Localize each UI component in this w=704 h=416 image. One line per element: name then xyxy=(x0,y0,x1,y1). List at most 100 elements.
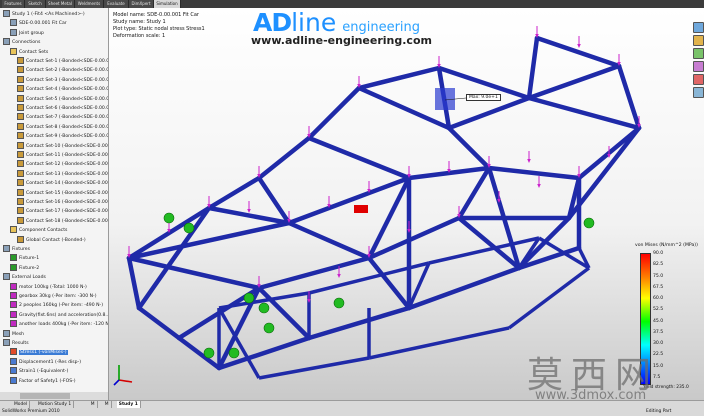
tree-item-label: Contact Set-15 (-Bonded<SDE-0.00.0... xyxy=(26,190,109,196)
zoom-icon[interactable] xyxy=(693,22,704,33)
tree-item-label: Contact Set-3 (-Bonded<SDE-0.00.00... xyxy=(26,77,109,83)
fixture-icon xyxy=(203,347,215,359)
frame-tube xyxy=(456,165,492,221)
tree-item[interactable]: Contact Set-2 (-Bonded<SDE-0.00.00... xyxy=(17,66,108,74)
frame-tube xyxy=(486,165,582,181)
ribbon-tab-features[interactable]: Features xyxy=(2,0,25,8)
tree-item[interactable]: External Loads xyxy=(3,273,46,281)
tree-item-label: Gravity(fixt.6ns) and acceleration(0.8..… xyxy=(19,312,109,318)
tree-item[interactable]: Global Contact (-Bonded-) xyxy=(17,235,86,244)
tree-item[interactable]: motor 100kg (-Total: 1000 N-) xyxy=(10,282,87,291)
tree-item[interactable]: Gravity(fixt.6ns) and acceleration(0.8..… xyxy=(10,310,109,319)
load-arrow-head-icon xyxy=(527,159,531,163)
tree-item-label: SDE-0.00.001 Fit Car xyxy=(19,21,67,27)
tree-item[interactable]: Contact Set-16 (-Bonded<SDE-0.00.0... xyxy=(17,198,109,206)
fixture-icon xyxy=(243,292,255,304)
rotate-icon[interactable] xyxy=(693,35,704,46)
tree-item[interactable]: Fixture-1 xyxy=(10,254,39,262)
tree-item[interactable]: Factor of Safety1 (-FOS-) xyxy=(10,376,76,385)
tree-item[interactable]: Fixture-2 xyxy=(10,263,39,272)
fixture-icon xyxy=(583,217,595,229)
connections-icon xyxy=(3,38,10,46)
tree-item-label: motor 100kg (-Total: 1000 N-) xyxy=(19,284,87,290)
frame-tube xyxy=(136,305,182,341)
tree-item[interactable]: Contact Set-3 (-Bonded<SDE-0.00.00... xyxy=(17,75,109,84)
tree-item-label: Contact Set-17 (-Bonded<SDE-0.00.0... xyxy=(26,209,109,215)
loads-icon xyxy=(3,273,10,281)
tree-item[interactable]: Contact Set-12 (-Bonded<SDE-0.00.0... xyxy=(17,160,108,168)
floor-tube xyxy=(507,266,591,330)
tree-item[interactable]: Connections xyxy=(3,38,40,46)
tree-item[interactable]: Joint group xyxy=(10,28,44,37)
bottom-tab[interactable]: Model xyxy=(12,401,31,408)
tree-item[interactable]: Contact Set-15 (-Bonded<SDE-0.00.0... xyxy=(17,188,109,197)
tree-item[interactable]: Contact Set-7 (-Bonded<SDE-0.00.00... xyxy=(17,113,108,121)
tree-item[interactable]: Strain1 (-Equivalent-) xyxy=(10,367,68,375)
tree-item[interactable]: Contact Set-6 (-Bonded<SDE-0.00.00... xyxy=(17,104,108,112)
tree-item[interactable]: Contact Set-14 (-Bonded<SDE-0.00.0... xyxy=(17,179,108,187)
section-view-icon[interactable] xyxy=(693,61,704,72)
scrollbar-thumb[interactable] xyxy=(20,393,70,399)
frame-tube xyxy=(534,35,622,69)
ribbon-tab-evaluate[interactable]: Evaluate xyxy=(104,0,129,8)
tree-item[interactable]: Fixtures xyxy=(3,245,30,253)
contact-icon xyxy=(17,216,24,224)
tree-item[interactable]: 2 peoples 160kg (-Per item: -490 N-) xyxy=(10,301,103,309)
legend-tick-label: 37.5 xyxy=(653,329,664,335)
bottom-tab[interactable]: M xyxy=(89,401,98,408)
frame-tube xyxy=(446,95,532,131)
tree-item[interactable]: Study 1 (-Fit4 <As Machined>-) xyxy=(3,10,85,18)
scene-icon[interactable] xyxy=(693,87,704,98)
tree-horizontal-scrollbar[interactable] xyxy=(0,392,108,400)
tree-item[interactable]: Mesh xyxy=(3,329,24,338)
load-arrow-head-icon xyxy=(577,44,581,48)
legend-tick-label: 52.5 xyxy=(653,307,664,313)
tree-item[interactable]: Results xyxy=(3,339,29,347)
tree-item[interactable]: Contact Sets xyxy=(10,47,48,56)
contact-icon xyxy=(17,198,24,205)
ribbon-tab-dimxpert[interactable]: DimXpert xyxy=(129,0,154,8)
tree-item[interactable]: Contact Set-17 (-Bonded<SDE-0.00.0... xyxy=(17,207,109,215)
graphics-viewport[interactable]: Model name: SDE-0.00.001 Fit Car Study n… xyxy=(109,8,704,400)
tree-item[interactable]: Contact Set-18 (-Bonded<SDE-0.00.0... xyxy=(17,216,109,225)
chassis-frame-model[interactable] xyxy=(109,8,704,400)
tree-item-label: Study 1 (-Fit4 <As Machined>-) xyxy=(12,12,85,17)
fixture-icon xyxy=(183,222,195,234)
ribbon-tab-sheet-metal[interactable]: Sheet Metal xyxy=(46,0,75,8)
command-manager-tabs: Features Sketch Sheet Metal Weldments Evalua… xyxy=(0,0,704,8)
bottom-tab[interactable]: M xyxy=(103,401,112,408)
legend-tick-label: 45.0 xyxy=(653,318,664,324)
tree-item[interactable]: Contact Set-5 (-Bonded<SDE-0.00.00... xyxy=(17,94,108,103)
plot-icon xyxy=(10,367,17,375)
tree-item[interactable]: SDE-0.00.001 Fit Car xyxy=(10,19,67,27)
tree-item[interactable]: Contact Set-9 (-Bonded<SDE-0.00.00... xyxy=(17,132,108,140)
tree-item[interactable]: Contact Set-10 (-Bonded<SDE-0.00.0... xyxy=(17,141,108,150)
ribbon-tab-weldments[interactable]: Weldments xyxy=(75,0,104,8)
tree-item[interactable]: Contact Set-8 (-Bonded<SDE-0.00.00... xyxy=(17,122,108,131)
tree-item[interactable]: Stress1 (-vonMises-) xyxy=(10,348,68,356)
tree-item-label: Fixture-1 xyxy=(19,256,40,262)
tree-item[interactable]: Component Contacts xyxy=(10,226,67,234)
ribbon-tab-simulation[interactable]: Simulation xyxy=(154,0,181,8)
view-toolbar[interactable] xyxy=(693,22,704,100)
fixture-icon xyxy=(10,263,17,271)
display-style-icon[interactable] xyxy=(693,48,704,59)
tree-item-label: Stress1 (-vonMises-) xyxy=(19,350,68,356)
ribbon-tab-sketch[interactable]: Sketch xyxy=(25,0,46,8)
frame-tube xyxy=(526,35,540,101)
tree-item[interactable]: Contact Set-11 (-Bonded<SDE-0.00.0... xyxy=(17,151,108,159)
simulation-study-tree[interactable]: Study 1 (-Fit4 <As Machined>-) SDE-0.00.0… xyxy=(0,8,109,400)
tree-item[interactable]: another loads 400kg (-Per item: -120 N..… xyxy=(10,320,108,328)
frame-tube xyxy=(256,135,312,181)
tree-item[interactable]: gearbox 30kg (-Per item: -300 N-) xyxy=(10,292,96,300)
appearance-icon[interactable] xyxy=(693,74,704,85)
tree-item-label: Contact Set-16 (-Bonded<SDE-0.00.0... xyxy=(26,200,109,205)
tree-item[interactable]: Displacement1 (-Res disp-) xyxy=(10,357,81,366)
tree-item[interactable]: Contact Set-13 (-Bonded<SDE-0.00.0... xyxy=(17,169,108,178)
tree-item[interactable]: Contact Set-1 (-Bonded<SDE-0.00.00... xyxy=(17,57,109,65)
tree-item-label: Contact Set-1 (-Bonded<SDE-0.00.00... xyxy=(26,59,109,64)
tree-item-label: Contact Set-18 (-Bonded<SDE-0.00.0... xyxy=(26,218,109,224)
bottom-tab[interactable]: Motion Study 1 xyxy=(36,401,75,408)
tree-item[interactable]: Contact Set-4 (-Bonded<SDE-0.00.00... xyxy=(17,85,108,93)
bottom-tab[interactable]: Study 1 xyxy=(116,401,141,408)
